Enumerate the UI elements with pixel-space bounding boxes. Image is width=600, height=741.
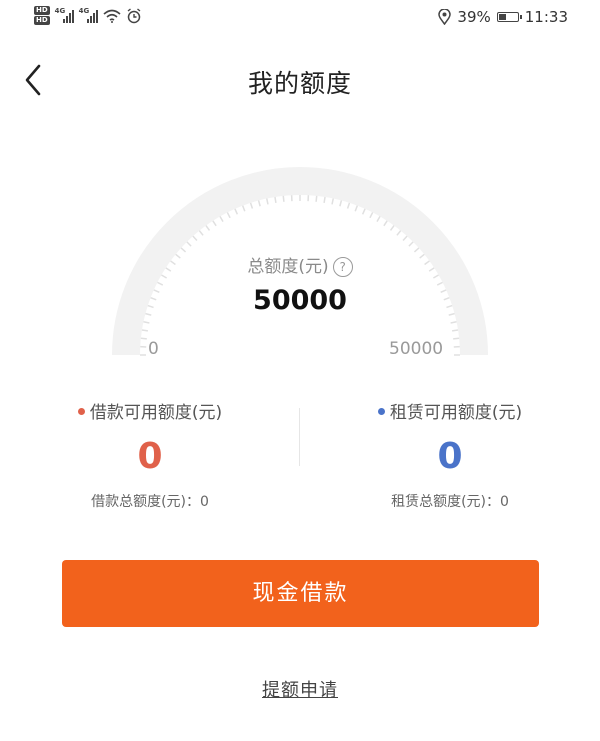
gauge-min-label: 0	[148, 339, 159, 359]
cash-loan-button[interactable]: 现金借款	[62, 560, 539, 627]
help-icon[interactable]: ?	[332, 257, 353, 277]
gauge-tick	[346, 202, 351, 209]
hd-indicators: HD HD	[34, 6, 50, 25]
gauge-tick	[450, 321, 457, 324]
gauge-tick	[369, 212, 374, 219]
gauge-tick	[274, 196, 277, 204]
gauge-tick	[376, 216, 381, 223]
gauge-tick	[219, 216, 224, 223]
gauge-tick	[383, 220, 388, 227]
loan-available-value: 0	[137, 436, 163, 477]
gauge-tick	[339, 200, 343, 207]
gauge-tick	[282, 195, 285, 202]
network-type: 4G	[54, 6, 66, 15]
increase-quota-link[interactable]: 提额申请	[0, 676, 600, 702]
lease-dot-icon	[377, 407, 385, 415]
total-quota-label: 总额度(元)	[247, 257, 329, 277]
lease-quota-label: 租赁可用额度(元)	[389, 403, 523, 423]
gauge-tick	[143, 321, 150, 324]
status-left: HD HD 4G 4G	[34, 6, 142, 25]
loan-dot-icon	[77, 407, 85, 415]
gauge-max-label: 50000	[389, 339, 444, 359]
gauge-tick	[354, 205, 359, 212]
clock: 11:33	[524, 8, 568, 26]
lease-total-text: 租赁总额度(元)：0	[391, 494, 509, 510]
gauge-tick	[140, 337, 147, 340]
gauge-tick	[186, 241, 192, 247]
gauge-tick	[331, 198, 334, 205]
location-icon	[438, 9, 452, 25]
gauge-tick	[361, 208, 366, 215]
gauge-tick	[212, 220, 217, 227]
gauge-tick	[389, 225, 395, 231]
gauge-tick	[315, 195, 318, 202]
gauge-tick	[249, 202, 254, 209]
gauge-tick	[141, 329, 149, 332]
hd-badge: HD	[34, 6, 50, 15]
alarm-icon	[127, 7, 141, 23]
gauge-tick	[266, 198, 269, 205]
gauge-tick	[402, 235, 408, 242]
lease-available-value: 0	[437, 436, 463, 477]
battery-percent: 39%	[457, 8, 491, 26]
gauge-tick	[198, 230, 204, 236]
lease-quota-label-row: 租赁可用额度(元)	[300, 398, 600, 423]
gauge-tick	[192, 235, 198, 242]
battery-fill	[498, 14, 506, 20]
wifi-icon	[103, 9, 121, 23]
status-right: 39% 11:33	[438, 8, 568, 26]
page-title: 我的额度	[247, 69, 352, 98]
lease-quota-panel: 租赁可用额度(元) 0 租赁总额度(元)：0	[300, 398, 600, 511]
gauge-tick	[453, 337, 460, 340]
hd-badge: HD	[34, 16, 50, 25]
total-quota-value: 50000	[253, 285, 347, 316]
gauge-tick	[234, 208, 239, 215]
gauge-tick	[396, 230, 402, 236]
loan-quota-panel: 借款可用额度(元) 0 借款总额度(元)：0	[0, 398, 300, 511]
gauge-tick	[408, 241, 414, 247]
gauge-tick	[451, 329, 459, 332]
signal-icon: 4G	[54, 6, 74, 23]
gauge-tick	[241, 205, 246, 212]
gauge-tick	[226, 212, 231, 219]
loan-quota-label-row: 借款可用额度(元)	[0, 398, 300, 423]
gauge-tick	[323, 196, 326, 204]
total-quota-label-row: 总额度(元)?	[0, 252, 600, 277]
battery-icon	[496, 12, 522, 22]
status-bar: HD HD 4G 4G 39% 11:33	[0, 0, 600, 40]
network-type: 4G	[78, 6, 90, 15]
loan-total-text: 借款总额度(元)：0	[91, 494, 209, 510]
loan-quota-label: 借款可用额度(元)	[89, 403, 223, 423]
gauge-tick	[205, 225, 211, 231]
gauge-tick	[257, 200, 261, 207]
signal-icon: 4G	[78, 6, 98, 23]
